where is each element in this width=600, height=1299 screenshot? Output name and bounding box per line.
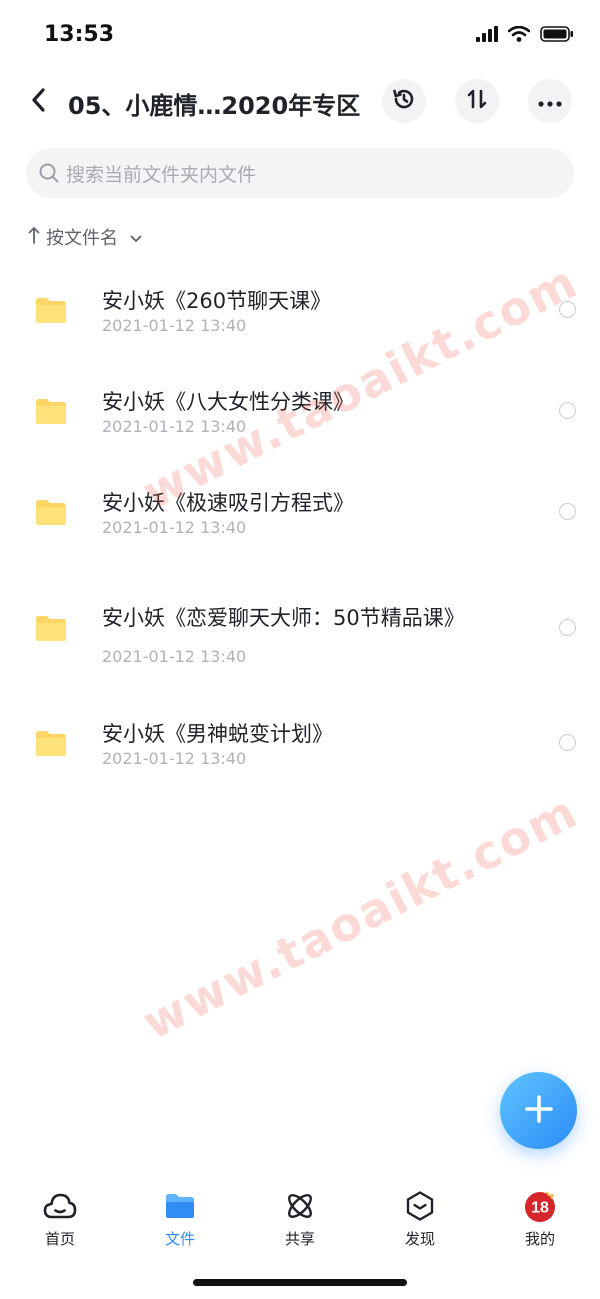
folder-icon [34,296,68,324]
add-button[interactable] [500,1072,577,1149]
select-radio[interactable] [559,503,576,520]
tab-bar: 首页 文件 共享 发现 18 我的 [0,1178,600,1258]
list-item[interactable]: 安小妖《极速吸引方程式》 2021-01-12 13:40 [0,482,600,562]
home-indicator [193,1279,407,1286]
tab-label: 首页 [44,1230,75,1248]
file-date: 2021-01-12 13:40 [102,316,247,335]
arrow-up-icon [28,226,40,248]
search-bar[interactable]: 搜索当前文件夹内文件 [26,148,574,198]
plus-icon [523,1093,555,1129]
cloud-icon [42,1188,78,1224]
sort-toggle-button[interactable] [455,79,499,123]
tab-label: 文件 [164,1230,195,1248]
chevron-down-icon [130,228,142,247]
folder-icon [34,397,68,425]
status-time: 13:53 [44,22,115,47]
status-bar: 13:53 [0,0,600,72]
search-placeholder: 搜索当前文件夹内文件 [66,163,257,186]
avatar-icon: 18 [522,1188,558,1224]
tab-profile[interactable]: 18 我的 [495,1178,585,1250]
back-button[interactable] [20,82,56,122]
battery-icon [540,26,574,46]
list-item[interactable]: 安小妖《恋爱聊天大师：50节精品课》 2021-01-12 13:40 [0,598,600,698]
signal-icon [476,26,498,46]
page-title: 05、小鹿情…2020年专区 [68,92,361,120]
tab-label: 发现 [404,1230,435,1248]
chevron-left-icon [30,87,46,117]
folder-icon [162,1188,198,1224]
tab-discover[interactable]: 发现 [375,1178,465,1250]
history-icon [391,86,417,116]
folder-icon [34,614,68,642]
list-item[interactable]: 安小妖《男神蜕变计划》 2021-01-12 13:40 [0,713,600,793]
sort-label: 按文件名 [46,228,118,249]
file-date: 2021-01-12 13:40 [102,749,247,768]
search-icon [34,158,64,188]
watermark: www.taoaikt.com [133,783,587,1051]
file-name: 安小妖《男神蜕变计划》 [102,722,333,746]
sort-selector[interactable]: 按文件名 [28,222,142,252]
select-radio[interactable] [559,402,576,419]
file-date: 2021-01-12 13:40 [102,518,247,537]
file-date: 2021-01-12 13:40 [102,647,247,666]
discover-icon [402,1188,438,1224]
select-radio[interactable] [559,734,576,751]
tab-label: 我的 [524,1230,555,1248]
atom-icon [282,1188,318,1224]
wifi-icon [507,25,531,46]
sort-arrows-icon [465,87,489,115]
file-name: 安小妖《极速吸引方程式》 [102,491,354,515]
tab-home[interactable]: 首页 [15,1178,105,1250]
nav-bar: 05、小鹿情…2020年专区 [0,74,600,130]
file-name: 安小妖《恋爱聊天大师：50节精品课》 [102,606,465,630]
select-radio[interactable] [559,619,576,636]
tab-label: 共享 [284,1230,315,1248]
avatar-badge-text: 18 [531,1200,549,1217]
folder-icon [34,498,68,526]
status-icons [476,25,574,46]
more-icon [538,92,562,111]
history-button[interactable] [382,79,426,123]
tab-files[interactable]: 文件 [135,1178,225,1250]
tab-share[interactable]: 共享 [255,1178,345,1250]
more-button[interactable] [528,79,572,123]
folder-icon [34,729,68,757]
file-name: 安小妖《260节聊天课》 [102,289,332,313]
